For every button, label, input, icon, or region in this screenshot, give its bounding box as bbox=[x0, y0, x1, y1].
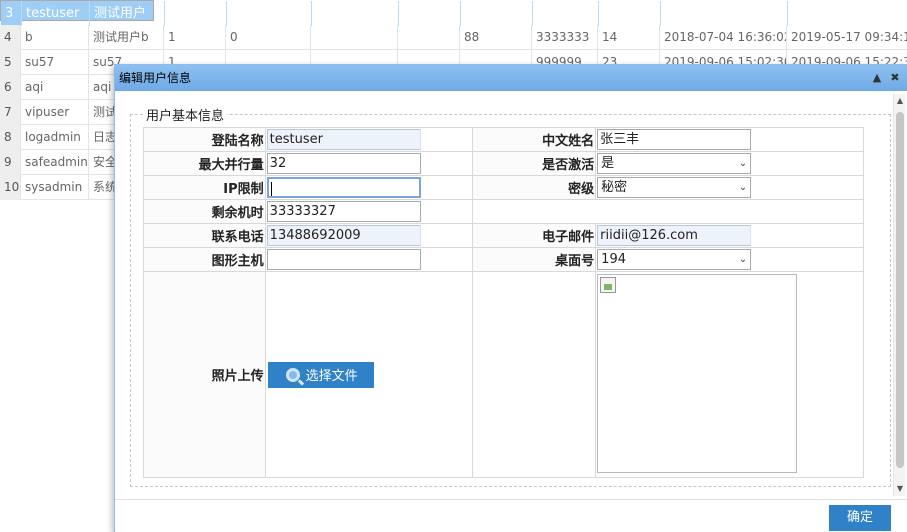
phone-field[interactable]: 13488692009 bbox=[266, 225, 421, 246]
row-number: 7 bbox=[0, 100, 21, 125]
maxpar-field[interactable]: 32 bbox=[266, 153, 421, 174]
maxpar-label: 最大并行量 bbox=[143, 151, 266, 176]
gfx-field[interactable] bbox=[266, 249, 421, 270]
login-field[interactable]: testuser bbox=[266, 129, 421, 150]
login-label: 登陆名称 bbox=[143, 127, 266, 152]
photo-label: 照片上传 bbox=[143, 271, 266, 478]
row-number: 6 bbox=[0, 75, 21, 100]
email-label: 电子邮件 bbox=[471, 223, 597, 248]
table-cell: 13888888888 bbox=[312, 1, 399, 26]
scroll-down-icon[interactable]: ▼ bbox=[894, 482, 906, 496]
table-cell: 2018-07-04 16:36:02 bbox=[660, 25, 787, 50]
dialog-header[interactable]: 编辑用户信息 ▲ ✖ bbox=[115, 65, 907, 91]
user-form: 登陆名称 testuser 中文姓名 张三丰 最大并行量 32 是否激活 是 ⌄ … bbox=[143, 127, 865, 478]
table-cell: 0 bbox=[226, 25, 311, 50]
dialog-title: 编辑用户信息 bbox=[119, 71, 192, 85]
row-number: 10 bbox=[0, 175, 21, 200]
row-number: 3 bbox=[1, 1, 22, 26]
collapse-up-icon[interactable]: ▲ bbox=[871, 72, 883, 84]
fieldset-legend: 用户基本信息 bbox=[146, 109, 225, 124]
table-cell: 1 bbox=[165, 1, 227, 26]
remain-label: 剩余机时 bbox=[143, 199, 266, 224]
table-cell: 3333333 bbox=[532, 25, 598, 50]
email-field[interactable]: riidii@126.com bbox=[597, 225, 752, 246]
row-number: 5 bbox=[0, 50, 21, 75]
user-grid: 3 testuser 测试用户 1 0 13888888888 32 33333327 194 2… bbox=[0, 0, 907, 200]
edit-user-dialog: 编辑用户信息 ▲ ✖ 用户基本信息 登陆名称 testuser 中文姓名 张三丰… bbox=[114, 64, 907, 532]
table-cell: vipuser bbox=[21, 100, 89, 125]
table-cell: 2017-03-22 16:07:18 bbox=[661, 1, 788, 26]
table-cell: 测试用户 bbox=[90, 1, 165, 26]
search-icon bbox=[285, 367, 300, 382]
chevron-down-icon: ⌄ bbox=[738, 254, 748, 265]
table-row[interactable]: 4 b 测试用户b 1 0 88 3333333 14 2018-07-04 16:36:02 2… bbox=[0, 25, 907, 50]
table-cell: su57 bbox=[21, 50, 89, 75]
dialog-body: 用户基本信息 登陆名称 testuser 中文姓名 张三丰 最大并行量 32 是… bbox=[115, 91, 907, 499]
row-number: 9 bbox=[0, 150, 21, 175]
ip-field[interactable] bbox=[266, 177, 421, 198]
table-cell: 33333327 bbox=[533, 1, 599, 26]
choose-file-label: 选择文件 bbox=[305, 369, 358, 384]
scrollbar-thumb[interactable] bbox=[896, 112, 904, 468]
close-icon[interactable]: ✖ bbox=[889, 72, 901, 84]
table-cell: testuser bbox=[22, 1, 90, 26]
vertical-scrollbar[interactable]: ▲ ▼ bbox=[893, 94, 905, 496]
ok-button[interactable]: 确定 bbox=[829, 505, 891, 531]
photo-preview bbox=[597, 274, 798, 473]
table-cell: logadmin bbox=[21, 125, 89, 150]
desk-select[interactable]: 194 ⌄ bbox=[597, 249, 752, 270]
phone-label: 联系电话 bbox=[143, 223, 266, 248]
row-number: 4 bbox=[0, 25, 21, 50]
remain-field[interactable]: 33333327 bbox=[266, 201, 421, 222]
choose-file-button[interactable]: 选择文件 bbox=[267, 361, 374, 388]
chevron-down-icon: ⌄ bbox=[738, 158, 748, 169]
desk-label: 桌面号 bbox=[471, 247, 597, 272]
active-label: 是否激活 bbox=[471, 151, 597, 176]
secret-select[interactable]: 秘密 ⌄ bbox=[597, 177, 752, 198]
desk-select-value: 194 bbox=[601, 252, 626, 267]
broken-image-icon bbox=[600, 277, 617, 293]
table-cell: b bbox=[21, 25, 89, 50]
cname-label: 中文姓名 bbox=[471, 127, 597, 152]
table-cell: 测试用户b bbox=[89, 25, 164, 50]
dialog-footer: 确定 bbox=[115, 499, 907, 532]
table-cell: 0 bbox=[227, 1, 312, 26]
secret-label: 密级 bbox=[471, 175, 597, 200]
cname-field[interactable]: 张三丰 bbox=[597, 129, 752, 150]
table-cell: 194 bbox=[599, 1, 661, 26]
table-cell: 1 bbox=[164, 25, 226, 50]
scroll-up-icon[interactable]: ▲ bbox=[894, 94, 906, 108]
table-cell bbox=[399, 1, 461, 26]
table-cell: sysadmin bbox=[21, 175, 89, 200]
active-select[interactable]: 是 ⌄ bbox=[597, 153, 752, 174]
table-cell: 88 bbox=[460, 25, 532, 50]
table-cell: aqi bbox=[21, 75, 89, 100]
table-cell: safeadmin bbox=[21, 150, 89, 175]
gfx-label: 图形主机 bbox=[143, 247, 266, 272]
table-cell: 14 bbox=[598, 25, 660, 50]
table-cell: 32 bbox=[461, 1, 533, 26]
chevron-down-icon: ⌄ bbox=[738, 182, 748, 193]
table-cell bbox=[311, 25, 398, 50]
secret-select-value: 秘密 bbox=[601, 180, 628, 195]
ip-label: IP限制 bbox=[143, 175, 266, 200]
table-cell: 2019-05-17 09:34:18 bbox=[787, 25, 907, 50]
active-select-value: 是 bbox=[601, 156, 615, 171]
table-cell bbox=[398, 25, 460, 50]
row-number: 8 bbox=[0, 125, 21, 150]
table-row[interactable]: 3 testuser 测试用户 1 0 13888888888 32 33333327 194 2… bbox=[0, 0, 907, 26]
table-cell: 2019-10-09 14:51:00 bbox=[788, 1, 907, 26]
